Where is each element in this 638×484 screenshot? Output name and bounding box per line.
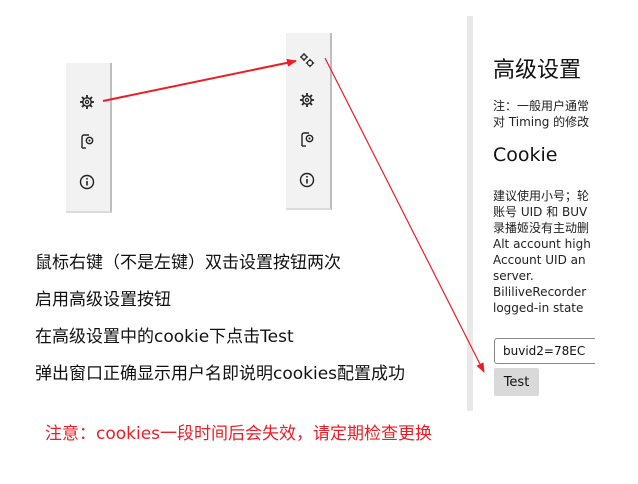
note-line: 注：一般用户通常 (493, 99, 590, 113)
desc-line: BililiveRecorder (493, 285, 587, 299)
warning-note: 注意：cookies一段时间后会失效，请定期检查更换 (45, 424, 433, 444)
sidebar-screenshot-right (286, 33, 332, 210)
info-icon[interactable] (298, 171, 316, 189)
cookie-input[interactable] (494, 338, 595, 364)
arrow-to-gears (102, 58, 297, 102)
cookie-section-title: Cookie (493, 144, 558, 166)
settings-note: 注：一般用户通常 对 Timing 的修改 (493, 98, 589, 130)
note-line: 对 Timing 的修改 (493, 115, 590, 129)
desc-line: 账号 UID 和 BUV (493, 205, 588, 219)
instruction-step-4: 弹出窗口正确显示用户名即说明cookies配置成功 (35, 364, 406, 384)
instruction-step-3: 在高级设置中的cookie下点击Test (35, 327, 294, 347)
gear-icon[interactable] (78, 93, 96, 111)
page-title: 高级设置 (493, 58, 582, 83)
desc-line: Account UID an (493, 253, 586, 267)
cookie-description: 建议使用小号；轮 账号 UID 和 BUV 录播姬没有主动删 Alt accou… (493, 188, 591, 316)
instructions: 鼠标右键（不是左键）双击设置按钮两次 启用高级设置按钮 在高级设置中的cooki… (35, 253, 405, 401)
desc-line: server. (493, 269, 534, 283)
desc-line: 建议使用小号；轮 (493, 189, 590, 203)
test-button[interactable]: Test (494, 368, 539, 396)
gear-icon[interactable] (298, 91, 316, 109)
sidebar-screenshot-left (66, 63, 112, 213)
gears-icon[interactable] (298, 51, 316, 69)
file-lock-icon[interactable] (78, 133, 96, 151)
desc-line: Alt account high (493, 237, 591, 251)
instruction-step-2: 启用高级设置按钮 (35, 290, 171, 310)
advanced-settings-screenshot: 高级设置 注：一般用户通常 对 Timing 的修改 Cookie 建议使用小号… (467, 16, 595, 411)
instruction-step-1: 鼠标右键（不是左键）双击设置按钮两次 (35, 253, 341, 273)
file-lock-icon[interactable] (298, 131, 316, 149)
info-icon[interactable] (78, 173, 96, 191)
desc-line: logged-in state (493, 301, 584, 315)
desc-line: 录播姬没有主动删 (493, 221, 590, 235)
